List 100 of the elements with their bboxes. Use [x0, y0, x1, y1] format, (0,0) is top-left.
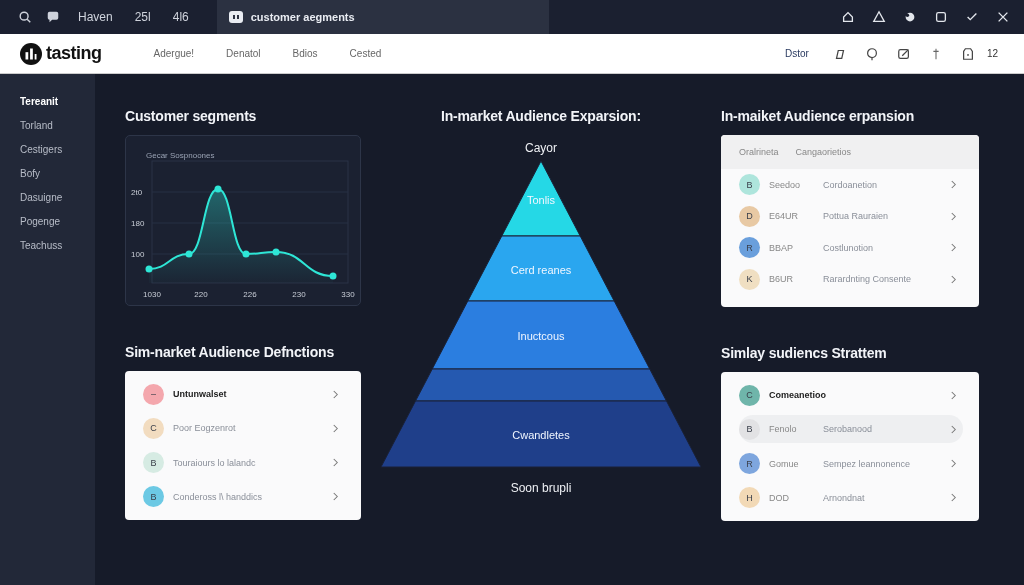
sidebar-item[interactable]: Pogenge	[20, 215, 95, 228]
list-item-detail: Sempez leannonence	[823, 458, 911, 469]
chat-icon[interactable]	[46, 10, 60, 24]
avatar: C	[143, 417, 164, 439]
app-icon	[228, 11, 243, 23]
list-item-detail: Serobanood	[823, 424, 873, 435]
chart-title: Gecar Sospnoones	[146, 151, 215, 160]
chevron-icon[interactable]	[950, 390, 957, 400]
brand-name: tasting	[46, 43, 102, 64]
chevron-icon[interactable]	[950, 211, 957, 221]
table-cell-text: BBAP	[769, 242, 794, 253]
close-icon[interactable]	[996, 10, 1010, 24]
pyramid-label: Inuctcous	[517, 330, 565, 342]
nav-link[interactable]: Bdios	[292, 48, 318, 59]
list-item[interactable]: C Comeanetioo	[739, 381, 963, 410]
avatar: –	[143, 383, 164, 405]
list-item-label: Comeanetioo	[769, 390, 826, 401]
home-icon[interactable]	[841, 10, 855, 24]
pyramid-top-label: Cayor	[525, 141, 557, 155]
data-point	[145, 265, 153, 273]
window-icon[interactable]	[934, 10, 948, 24]
column-header: Oralrineta	[739, 147, 779, 157]
chevron-icon[interactable]	[950, 424, 957, 434]
titlebar-item[interactable]: Haven	[74, 10, 117, 24]
list-item-label[interactable]: Untunwalset	[173, 389, 227, 400]
table-cell: Costlunotion	[823, 242, 874, 253]
avatar: B	[143, 486, 164, 508]
list-item[interactable]: H DOD Arnondnat	[739, 483, 963, 512]
table-cell: Rarardnting Consente	[823, 274, 912, 285]
pyramid-bottom-label: Soon brupli	[510, 481, 572, 495]
data-point	[242, 250, 250, 258]
data-point	[272, 248, 280, 256]
y-axis-label: 2t0	[131, 188, 143, 197]
list-item-detail: Arnondnat	[823, 492, 865, 503]
chevron-icon[interactable]	[950, 180, 957, 190]
titlebar-item[interactable]: 25l	[130, 10, 155, 24]
section-title: Customer segments	[125, 108, 258, 124]
warning-icon[interactable]	[872, 10, 886, 24]
chevron-icon[interactable]	[950, 243, 957, 253]
data-point	[185, 250, 193, 258]
nav-link[interactable]: Adergue!	[153, 48, 195, 59]
chevron-icon[interactable]	[332, 492, 339, 502]
table-cell: Pottua Rauraien	[823, 211, 889, 222]
column-header: Cangaorietios	[795, 147, 852, 157]
section-title: Sim-narket Audience Defnctions	[125, 344, 335, 360]
list-item[interactable]: B Fenolo Serobanood	[739, 415, 963, 444]
sidebar-item[interactable]: Tereanit	[20, 95, 95, 108]
chevron-icon[interactable]	[950, 274, 957, 284]
avatar: B	[739, 174, 760, 196]
avatar: C	[739, 384, 760, 406]
window-tab[interactable]: customer aegments	[216, 0, 549, 34]
count-label: 12	[986, 48, 998, 59]
chevron-icon[interactable]	[332, 458, 339, 468]
x-axis-label: 1030	[143, 290, 161, 299]
table-cell-text: Seedoo	[769, 179, 802, 190]
nav-link[interactable]: Denatol	[226, 48, 261, 59]
sidebar-item[interactable]: Cestigers	[20, 143, 95, 156]
data-point	[214, 185, 222, 193]
avatar: R	[739, 453, 760, 475]
logo-icon	[20, 42, 42, 65]
pyramid-label: Cerd reanes	[510, 263, 572, 276]
user-link[interactable]: Dstor	[784, 48, 809, 59]
avatar: H	[739, 487, 760, 509]
list-item-label: DOD	[769, 492, 790, 503]
chevron-icon[interactable]	[332, 389, 339, 399]
edit-icon[interactable]	[896, 46, 911, 61]
titlebar-item[interactable]: 4l6	[168, 10, 193, 24]
nav-link[interactable]: Cested	[349, 48, 382, 59]
search-icon[interactable]	[18, 10, 32, 24]
chat-icon[interactable]	[864, 46, 879, 61]
avatar: K	[739, 268, 760, 290]
section-title: Simlay sudiencs Strattem	[721, 345, 888, 361]
x-axis-label: 220	[194, 290, 208, 299]
y-axis-label: 100	[131, 250, 145, 259]
chevron-icon[interactable]	[950, 493, 957, 503]
sidebar-item[interactable]: Torland	[20, 119, 95, 132]
avatar: B	[143, 452, 164, 474]
avatar: R	[739, 237, 760, 259]
data-point	[329, 272, 337, 280]
y-axis-label: 180	[131, 219, 145, 228]
list-item-label: Gomue	[769, 458, 800, 469]
list-item-label: Fenolo	[769, 424, 798, 435]
sidebar-item[interactable]: Teachuss	[20, 239, 95, 252]
table-cell-text: B6UR	[769, 274, 794, 285]
section-title: In-maiket Audience erpansion	[721, 108, 916, 124]
avatar: B	[739, 418, 760, 440]
avatar: D	[739, 205, 760, 227]
chevron-icon[interactable]	[332, 423, 339, 433]
section-title: In-market Audience Exparsion:	[441, 108, 641, 124]
pyramid-label: Cwandletes	[512, 429, 570, 441]
list-item[interactable]: R Gomue Sempez leannonence	[739, 449, 963, 478]
sidebar-item[interactable]: Bofy	[20, 167, 95, 180]
sidebar-item[interactable]: Dasuigne	[20, 191, 95, 204]
x-axis-label: 330	[341, 290, 355, 299]
x-axis-label: 230	[292, 290, 306, 299]
bag-icon[interactable]	[960, 46, 975, 61]
pyramid-label: Tonlis	[526, 193, 556, 206]
table-cell-text: E64UR	[769, 211, 799, 222]
table-cell: Cordoanetion	[823, 179, 878, 190]
chevron-icon[interactable]	[950, 459, 957, 469]
